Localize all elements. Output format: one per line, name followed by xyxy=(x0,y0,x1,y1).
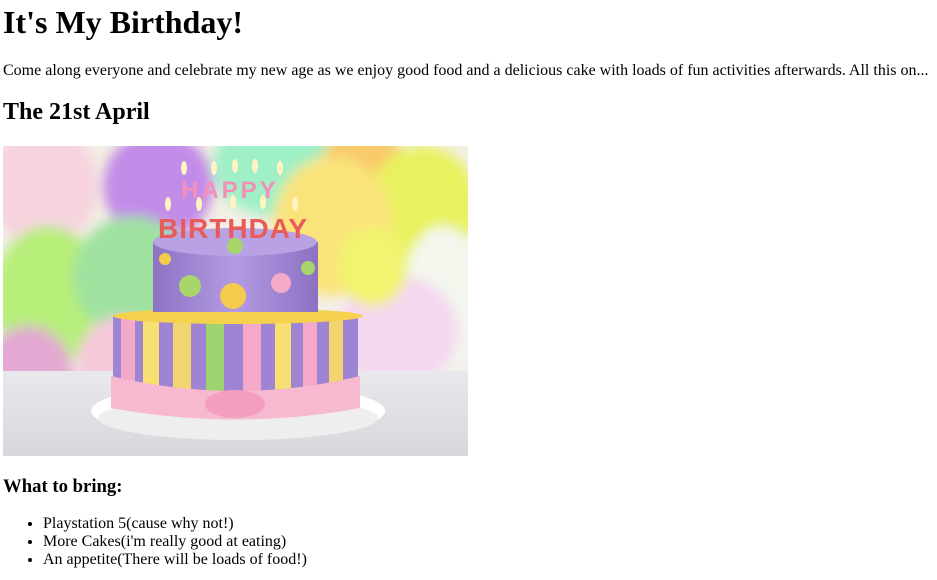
list-item: Playstation 5(cause why not!) xyxy=(43,515,307,533)
list-item: An appetite(There will be loads of food!… xyxy=(43,551,307,569)
date-heading: The 21st April xyxy=(3,99,150,125)
topper-birthday: BIRTHDAY xyxy=(158,213,308,244)
birthday-cake-image: HAPPY BIRTHDAY xyxy=(3,146,468,456)
bring-list: Playstation 5(cause why not!) More Cakes… xyxy=(3,515,307,569)
list-item: More Cakes(i'm really good at eating) xyxy=(43,533,307,551)
page-title: It's My Birthday! xyxy=(3,4,243,40)
intro-text: Come along everyone and celebrate my new… xyxy=(3,62,929,79)
what-to-bring-heading: What to bring: xyxy=(3,476,123,497)
